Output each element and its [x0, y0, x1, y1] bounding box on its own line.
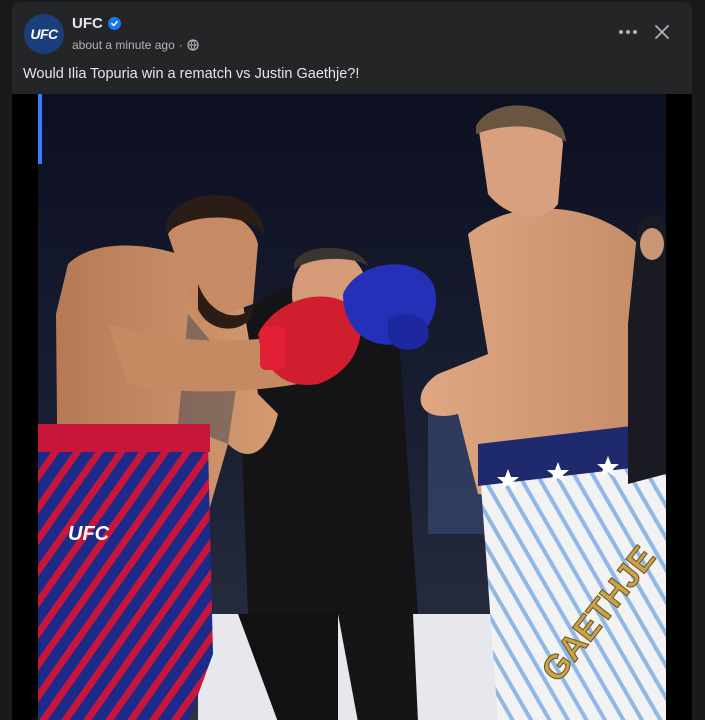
- globe-icon[interactable]: [187, 39, 199, 51]
- verified-badge-icon: [107, 17, 121, 30]
- more-dots-icon[interactable]: [612, 18, 644, 46]
- fighters-faceoff-image: UFC GAETHJE: [38, 94, 666, 720]
- avatar[interactable]: UFC: [24, 14, 64, 54]
- left-shorts-logo: UFC: [68, 523, 110, 545]
- author-name[interactable]: UFC: [72, 15, 103, 32]
- avatar-logo-text: UFC: [30, 26, 58, 42]
- post-media[interactable]: UFC GAETHJE: [12, 94, 692, 720]
- post-card: UFC UFC about a minute ago · Would Ilia …: [12, 2, 692, 720]
- author-row: UFC: [72, 15, 121, 32]
- close-icon[interactable]: [646, 16, 678, 48]
- timestamp[interactable]: about a minute ago: [72, 38, 175, 52]
- post-photo[interactable]: UFC GAETHJE: [38, 94, 666, 720]
- post-meta: about a minute ago ·: [72, 38, 199, 52]
- post-header: UFC UFC about a minute ago ·: [12, 2, 692, 62]
- post-caption: Would Ilia Topuria win a rematch vs Just…: [23, 66, 360, 82]
- meta-separator: ·: [178, 38, 183, 52]
